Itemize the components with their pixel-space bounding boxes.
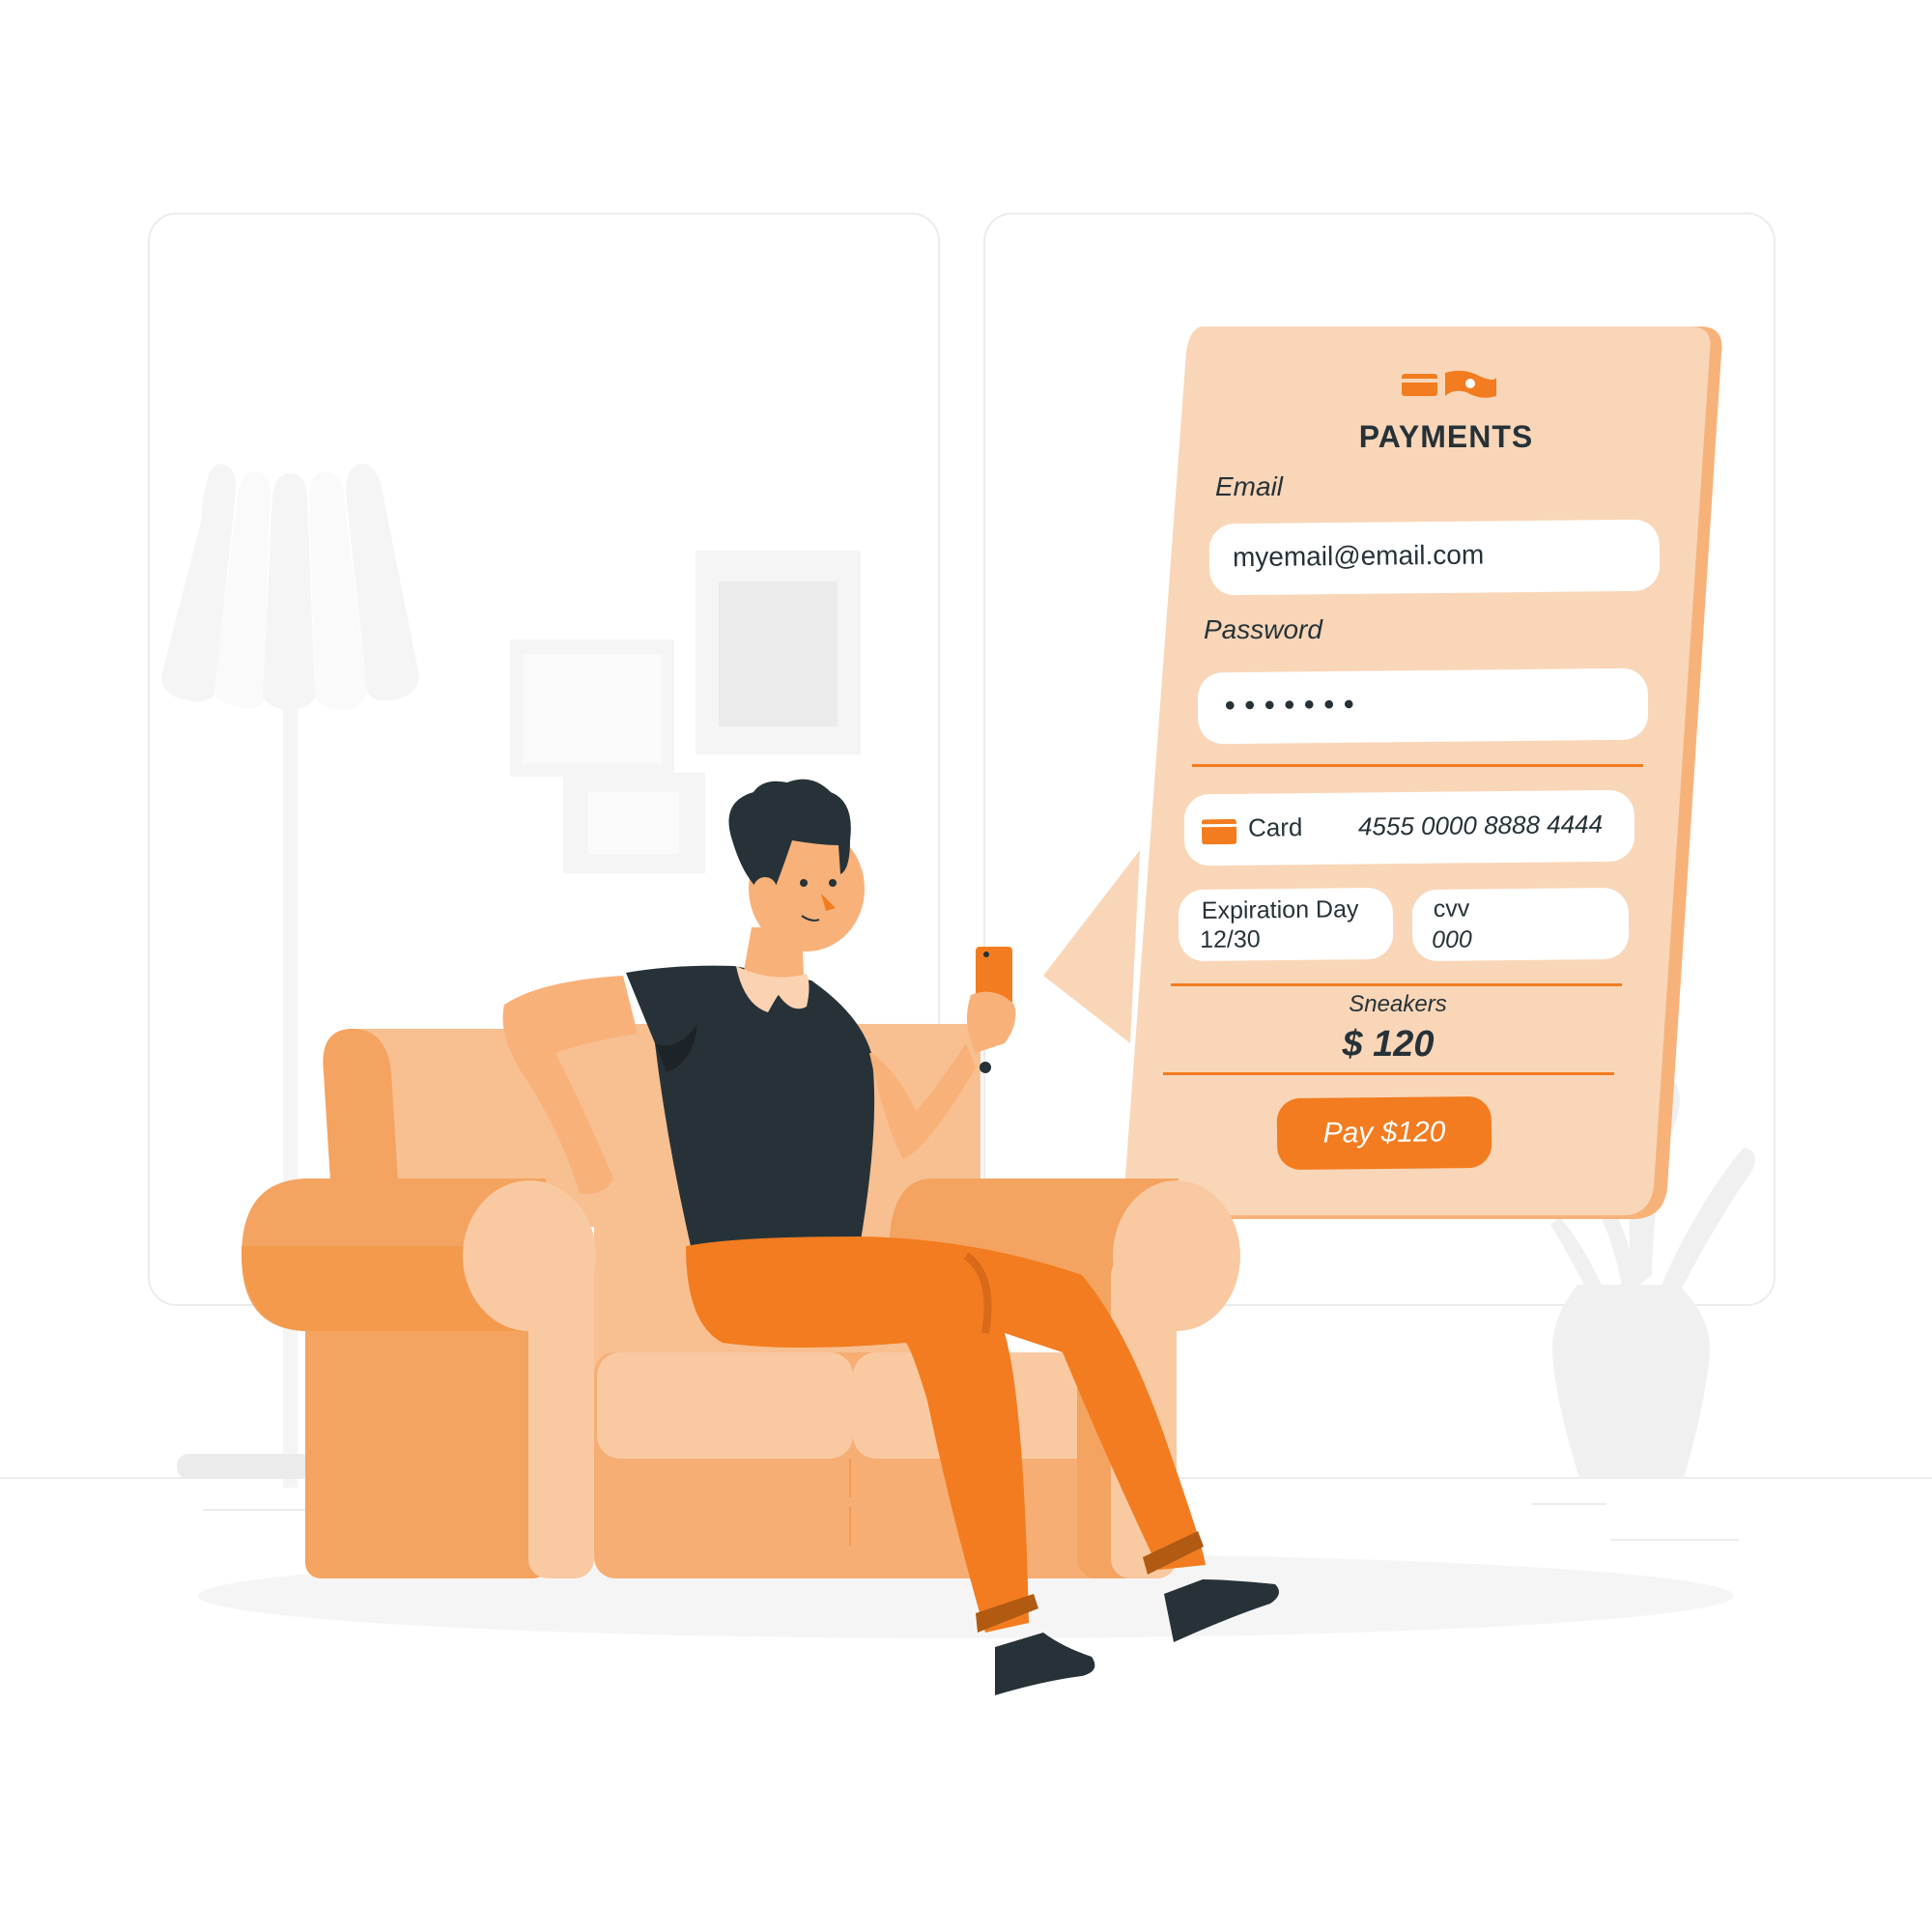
expiration-label: Expiration Day — [1201, 895, 1359, 924]
watch — [980, 1062, 991, 1073]
product-name: Sneakers — [1349, 991, 1447, 1017]
divider — [1192, 764, 1643, 767]
product-price: $ 120 — [1342, 1024, 1435, 1065]
payments-title: PAYMENTS — [1358, 419, 1534, 454]
expiration-value: 12/30 — [1200, 925, 1261, 953]
divider — [1163, 1072, 1614, 1075]
illustration-scene: PAYMENTS Email myemail@email.com Passwor… — [0, 0, 1932, 1932]
shoe-left — [995, 1633, 1095, 1695]
email-label: Email — [1215, 471, 1284, 501]
pay-button[interactable]: Pay $120 — [1276, 1095, 1492, 1171]
payment-form: PAYMENTS Email myemail@email.com Passwor… — [1163, 327, 1673, 1215]
password-label: Password — [1204, 614, 1322, 644]
password-masked-value: ••••••• — [1224, 688, 1364, 723]
email-field[interactable]: myemail@email.com — [1208, 519, 1661, 596]
credit-card-icon — [1201, 818, 1237, 845]
speech-bubble-tail — [1043, 850, 1140, 1043]
cvv-label: cvv — [1433, 895, 1470, 923]
expiration-field[interactable]: Expiration Day 12/30 — [1178, 887, 1394, 962]
email-value: myemail@email.com — [1232, 539, 1485, 573]
password-field[interactable]: ••••••• — [1197, 668, 1649, 745]
cvv-field[interactable]: cvv 000 — [1411, 887, 1630, 962]
card-label: Card — [1247, 812, 1303, 842]
card-number-value: 4555 0000 8888 4444 — [1357, 809, 1604, 841]
cvv-value: 000 — [1432, 925, 1473, 953]
card-number-field[interactable]: Card 4555 0000 8888 4444 — [1183, 789, 1635, 867]
divider — [1171, 983, 1622, 986]
